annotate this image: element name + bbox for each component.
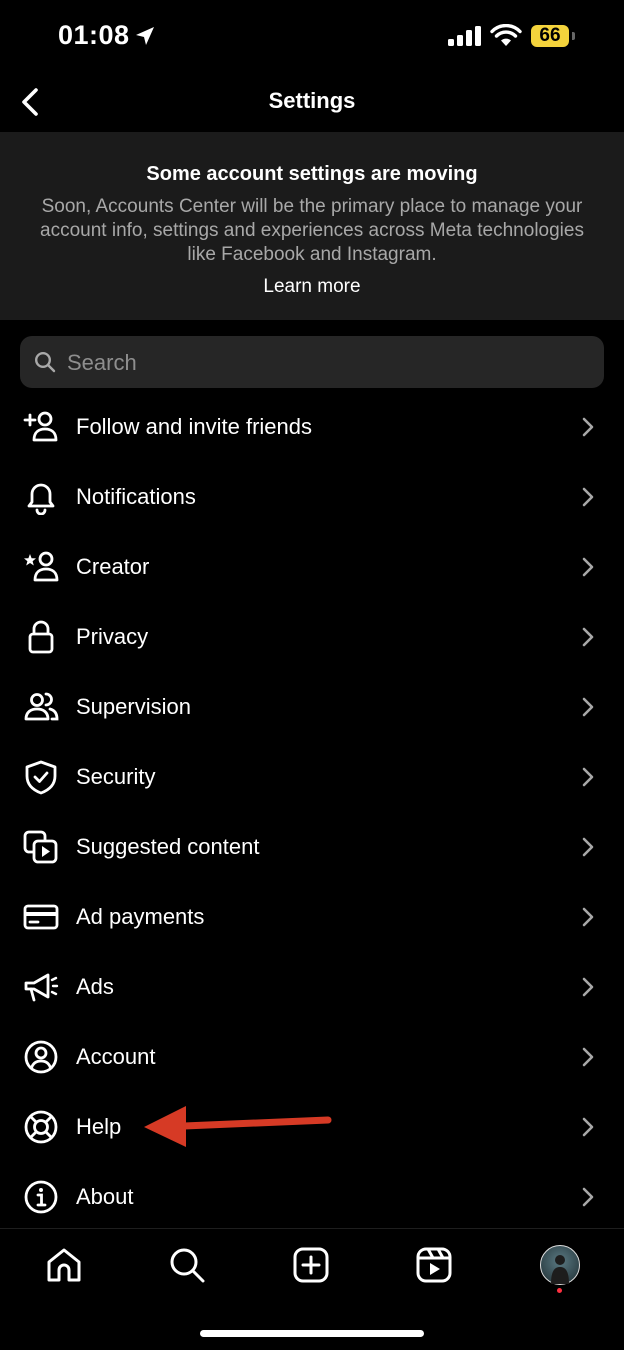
menu-item-ads[interactable]: Ads: [0, 952, 624, 1022]
menu-item-label: Creator: [76, 554, 150, 579]
menu-item-label: Privacy: [76, 624, 149, 649]
avatar-figure-icon: [551, 1255, 569, 1284]
chevron-right-icon: [582, 557, 594, 577]
menu-item-label: Notifications: [76, 484, 196, 509]
add-person-icon: [23, 411, 58, 442]
status-bar: 01:08 66: [0, 0, 624, 72]
home-indicator: [200, 1330, 424, 1337]
battery-indicator: 66: [531, 25, 569, 47]
banner-title: Some account settings are moving: [146, 163, 478, 185]
menu-item-label: Account: [76, 1044, 156, 1069]
page-title: Settings: [268, 88, 356, 113]
create-post-icon[interactable]: [291, 1245, 331, 1285]
chevron-right-icon: [582, 1187, 594, 1207]
menu-item-suggested-content[interactable]: Suggested content: [0, 812, 624, 882]
menu-item-about[interactable]: About: [0, 1162, 624, 1232]
menu-item-follow-invite[interactable]: Follow and invite friends: [0, 392, 624, 462]
search-icon[interactable]: [167, 1245, 207, 1285]
profile-avatar[interactable]: [540, 1245, 580, 1285]
suggested-content-icon: [23, 830, 58, 864]
learn-more-link[interactable]: Learn more: [0, 276, 624, 298]
battery-tip: [572, 32, 575, 40]
menu-item-privacy[interactable]: Privacy: [0, 602, 624, 672]
menu-item-label: Supervision: [76, 694, 191, 719]
lifebuoy-icon: [24, 1110, 58, 1144]
menu-item-label: Follow and invite friends: [76, 414, 313, 439]
shield-check-icon: [25, 760, 57, 795]
location-arrow-icon: [136, 27, 154, 45]
menu-item-label: Help: [76, 1114, 122, 1139]
account-circle-icon: [24, 1040, 58, 1074]
menu-item-label: Ads: [76, 974, 114, 999]
wifi-icon: [490, 24, 522, 46]
chevron-right-icon: [582, 697, 594, 717]
chevron-right-icon: [582, 627, 594, 647]
nav-header: Settings: [0, 72, 624, 132]
status-time: 01:08: [58, 20, 130, 50]
menu-item-notifications[interactable]: Notifications: [0, 462, 624, 532]
cellular-signal-icon: [448, 26, 481, 46]
chevron-right-icon: [582, 977, 594, 997]
chevron-right-icon: [582, 1117, 594, 1137]
banner-description: Soon, Accounts Center will be the primar…: [40, 196, 584, 265]
reels-icon[interactable]: [414, 1245, 454, 1285]
menu-item-label: Ad payments: [76, 904, 205, 929]
menu-item-supervision[interactable]: Supervision: [0, 672, 624, 742]
chevron-right-icon: [582, 1047, 594, 1067]
menu-item-label: About: [76, 1184, 134, 1209]
chevron-right-icon: [582, 837, 594, 857]
chevron-right-icon: [582, 907, 594, 927]
menu-item-creator[interactable]: Creator: [0, 532, 624, 602]
menu-item-ad-payments[interactable]: Ad payments: [0, 882, 624, 952]
search-bar[interactable]: Search: [20, 336, 604, 388]
annotation-arrow: [144, 1106, 332, 1147]
lock-icon: [28, 620, 54, 654]
people-icon: [24, 692, 59, 721]
creator-star-person-icon: [24, 551, 59, 582]
accounts-center-banner: Some account settings are moving Soon, A…: [0, 132, 624, 320]
notification-dot: [557, 1288, 562, 1293]
info-icon: [24, 1180, 58, 1214]
menu-item-account[interactable]: Account: [0, 1022, 624, 1092]
menu-item-label: Suggested content: [76, 834, 260, 859]
menu-item-label: Security: [76, 764, 156, 789]
credit-card-icon: [23, 904, 59, 930]
chevron-right-icon: [582, 487, 594, 507]
chevron-right-icon: [582, 767, 594, 787]
chevron-right-icon: [582, 417, 594, 437]
bell-icon: [27, 483, 55, 515]
menu-item-security[interactable]: Security: [0, 742, 624, 812]
home-icon[interactable]: [44, 1245, 84, 1285]
search-icon: [34, 351, 56, 373]
megaphone-icon: [24, 973, 59, 1002]
search-placeholder: Search: [67, 350, 137, 375]
